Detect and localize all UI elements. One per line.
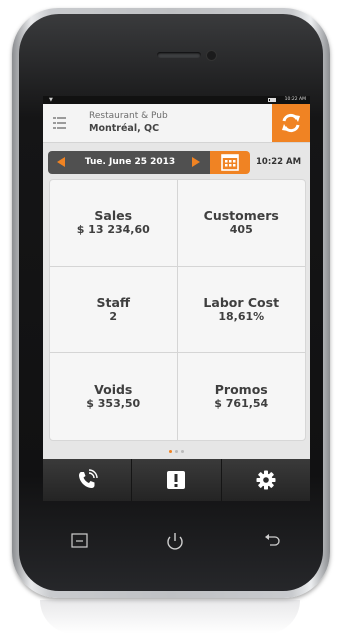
tile-label: Sales xyxy=(94,208,133,224)
phone-reflection xyxy=(40,600,300,634)
tile-staff[interactable]: Staff 2 xyxy=(50,266,178,354)
refresh-button[interactable] xyxy=(272,104,310,142)
status-bar: ▼ 10:22 AM xyxy=(43,96,310,104)
previous-day-arrow-icon[interactable] xyxy=(57,157,65,167)
business-name: Restaurant & Pub xyxy=(89,111,168,121)
business-city: Montréal, QC xyxy=(89,123,160,134)
status-time: 10:22 AM xyxy=(284,97,306,102)
refresh-icon xyxy=(282,113,300,133)
call-button[interactable] xyxy=(43,459,133,501)
gear-icon xyxy=(256,470,276,490)
phone-camera xyxy=(206,50,217,61)
tile-voids[interactable]: Voids $ 353,50 xyxy=(50,353,178,440)
tile-label: Promos xyxy=(214,382,268,398)
bottom-toolbar xyxy=(43,459,310,501)
settings-button[interactable] xyxy=(222,459,310,501)
tile-label: Staff xyxy=(96,294,131,310)
phone-speaker xyxy=(157,52,201,58)
tile-value: $ 761,54 xyxy=(214,397,269,411)
tile-label: Labor Cost xyxy=(203,294,280,310)
tile-labor-cost[interactable]: Labor Cost 18,61% xyxy=(177,267,305,354)
tile-customers[interactable]: Customers 405 xyxy=(177,180,305,267)
date-bar: Tue. June 25 2013 10:22 AM xyxy=(48,151,305,174)
next-day-arrow-icon[interactable] xyxy=(192,157,200,167)
alerts-button[interactable] xyxy=(132,459,222,501)
selected-date[interactable]: Tue. June 25 2013 xyxy=(70,151,190,174)
battery-icon xyxy=(268,98,276,102)
page-indicator xyxy=(43,450,310,453)
alert-icon xyxy=(167,471,186,489)
phone-icon xyxy=(79,469,98,488)
tile-sales[interactable]: Sales $ 13 234,60 xyxy=(50,180,178,267)
tile-value: 2 xyxy=(109,309,118,323)
wifi-icon: ▼ xyxy=(49,97,53,103)
tile-value: 18,61% xyxy=(218,309,265,323)
calendar-button[interactable] xyxy=(210,151,250,174)
menu-hardware-icon[interactable] xyxy=(70,532,90,550)
metrics-grid: Sales $ 13 234,60 Customers 405 Staff 2 … xyxy=(49,179,306,441)
tile-value: $ 13 234,60 xyxy=(76,223,150,237)
app-header: Restaurant & Pub Montréal, QC xyxy=(43,104,310,143)
app-screen: ▼ 10:22 AM Restaurant & Pub Montréal, QC… xyxy=(43,96,310,501)
current-time: 10:22 AM xyxy=(256,157,302,167)
tile-label: Customers xyxy=(203,208,279,224)
page-dot[interactable] xyxy=(175,450,178,453)
date-selector: Tue. June 25 2013 xyxy=(48,151,210,174)
page-dot-active[interactable] xyxy=(169,450,172,453)
tile-label: Voids xyxy=(94,382,133,398)
tile-value: 405 xyxy=(229,223,253,237)
power-icon[interactable] xyxy=(164,532,186,552)
tile-value: $ 353,50 xyxy=(86,397,141,411)
calendar-icon xyxy=(221,154,239,171)
page-dot[interactable] xyxy=(181,450,184,453)
back-icon[interactable] xyxy=(262,532,282,550)
tile-promos[interactable]: Promos $ 761,54 xyxy=(178,353,306,440)
list-icon[interactable] xyxy=(53,117,66,129)
